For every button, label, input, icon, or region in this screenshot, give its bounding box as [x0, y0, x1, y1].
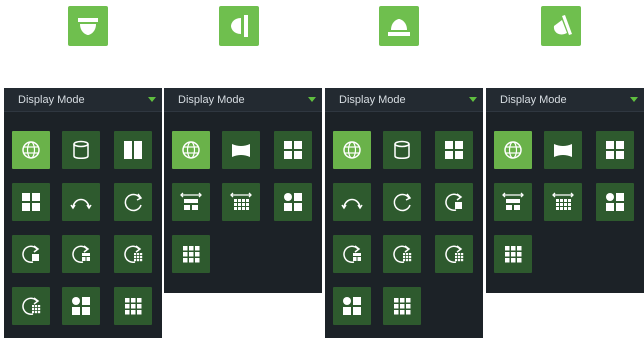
display-mode-title: Display Mode: [18, 93, 85, 106]
tilt-mount-icon: [541, 6, 581, 46]
display-mode-title: Display Mode: [500, 93, 567, 106]
cylinder-view-icon[interactable]: [383, 131, 421, 169]
original-fisheye-icon[interactable]: [172, 131, 210, 169]
display-mode-dropdown[interactable]: Display Mode: [4, 88, 162, 112]
grid-9-icon[interactable]: [114, 287, 152, 325]
grid-9-icon[interactable]: [494, 235, 532, 273]
panorama-plus-8-icon[interactable]: [222, 183, 260, 221]
panorama-plus-8-icon[interactable]: [544, 183, 582, 221]
panorama-icon[interactable]: [544, 131, 582, 169]
display-mode-panel-3: Display Mode: [325, 88, 483, 338]
chevron-down-icon[interactable]: [308, 97, 316, 102]
grid-9-icon[interactable]: [383, 287, 421, 325]
quad-view-icon[interactable]: [435, 131, 473, 169]
360-plus-6-icon[interactable]: [383, 235, 421, 273]
layout-1-plus-3-icon[interactable]: [62, 287, 100, 325]
original-fisheye-icon[interactable]: [333, 131, 371, 169]
display-mode-dropdown[interactable]: Display Mode: [325, 88, 483, 112]
360-plus-1-icon[interactable]: [435, 183, 473, 221]
display-mode-dropdown[interactable]: Display Mode: [164, 88, 322, 112]
quad-view-icon[interactable]: [274, 131, 312, 169]
chevron-down-icon[interactable]: [148, 97, 156, 102]
panorama-180-icon[interactable]: [333, 183, 371, 221]
360-plus-1-icon[interactable]: [12, 235, 50, 273]
panorama-icon[interactable]: [222, 131, 260, 169]
display-mode-title: Display Mode: [339, 93, 406, 106]
panorama-360-icon[interactable]: [383, 183, 421, 221]
layout-1-plus-3-icon[interactable]: [274, 183, 312, 221]
display-mode-dropdown[interactable]: Display Mode: [486, 88, 644, 112]
display-mode-panel-2: Display Mode: [164, 88, 322, 293]
360-plus-8-icon[interactable]: [12, 287, 50, 325]
split-2-icon[interactable]: [114, 131, 152, 169]
wall-mount-icon: [219, 6, 259, 46]
layout-1-plus-3-icon[interactable]: [596, 183, 634, 221]
panorama-180-icon[interactable]: [62, 183, 100, 221]
chevron-down-icon[interactable]: [630, 97, 638, 102]
panorama-plus-3-icon[interactable]: [172, 183, 210, 221]
original-fisheye-icon[interactable]: [494, 131, 532, 169]
display-mode-panel-4: Display Mode: [486, 88, 644, 293]
chevron-down-icon[interactable]: [469, 97, 477, 102]
ceiling-mount-icon: [68, 6, 108, 46]
360-plus-6-icon[interactable]: [114, 235, 152, 273]
panorama-plus-3-icon[interactable]: [494, 183, 532, 221]
cylinder-view-icon[interactable]: [62, 131, 100, 169]
grid-9-icon[interactable]: [172, 235, 210, 273]
desktop-mount-icon: [379, 6, 419, 46]
display-mode-title: Display Mode: [178, 93, 245, 106]
quad-view-icon[interactable]: [12, 183, 50, 221]
original-fisheye-icon[interactable]: [12, 131, 50, 169]
layout-1-plus-3-icon[interactable]: [333, 287, 371, 325]
quad-view-icon[interactable]: [596, 131, 634, 169]
360-plus-3-icon[interactable]: [62, 235, 100, 273]
panorama-360-icon[interactable]: [114, 183, 152, 221]
360-plus-3-icon[interactable]: [333, 235, 371, 273]
360-plus-8-icon[interactable]: [435, 235, 473, 273]
display-mode-panel-1: Display Mode: [4, 88, 162, 338]
